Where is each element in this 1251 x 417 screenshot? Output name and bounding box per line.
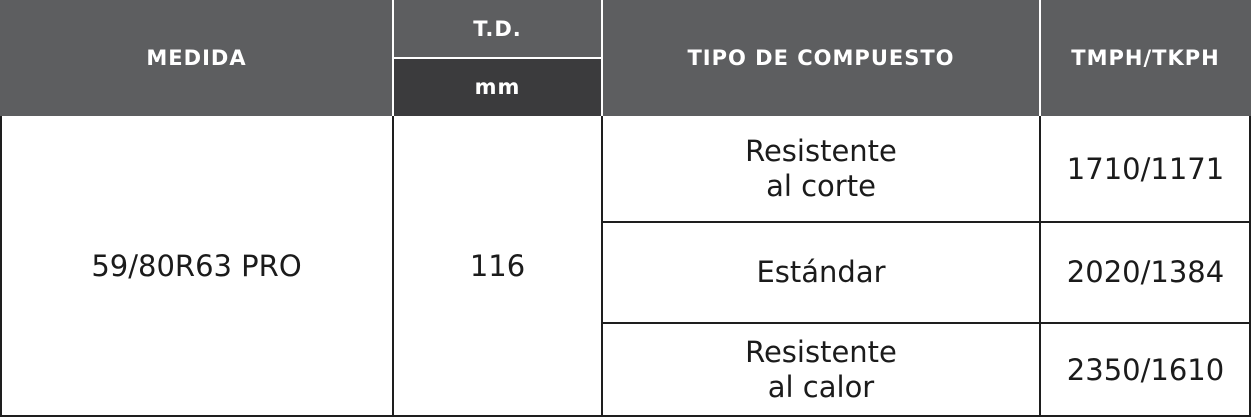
- header-td: T.D.: [393, 0, 602, 58]
- tmph-2-value: 2020/1384: [1066, 255, 1225, 289]
- header-td-label: T.D.: [473, 17, 522, 41]
- header-tipo-label: TIPO DE COMPUESTO: [687, 46, 955, 70]
- cell-tipo-2: Estándar: [602, 222, 1040, 323]
- cell-tipo-3: Resistente al calor: [602, 323, 1040, 417]
- tipo-2-line1: Estándar: [756, 255, 886, 289]
- header-tipo: TIPO DE COMPUESTO: [602, 0, 1040, 116]
- header-tmph-label: TMPH/TKPH: [1071, 46, 1220, 70]
- cell-tmph-3: 2350/1610: [1040, 323, 1251, 417]
- header-medida: MEDIDA: [0, 0, 393, 116]
- cell-tipo-1: Resistente al corte: [602, 116, 1040, 222]
- tipo-1-line1: Resistente: [745, 134, 897, 168]
- medida-value: 59/80R63 PRO: [91, 249, 302, 283]
- tmph-1-value: 1710/1171: [1066, 151, 1225, 186]
- header-tmph: TMPH/TKPH: [1040, 0, 1251, 116]
- cell-td: 116: [393, 116, 602, 417]
- td-value: 116: [469, 249, 526, 283]
- tipo-3-line1: Resistente: [745, 335, 897, 369]
- header-td-unit: mm: [393, 58, 602, 116]
- header-medida-label: MEDIDA: [146, 46, 247, 70]
- header-td-unit-label: mm: [474, 75, 521, 99]
- spec-table: MEDIDA T.D. mm TIPO DE COMPUESTO TMPH/TK…: [0, 0, 1251, 417]
- tipo-1-line2: al corte: [766, 169, 876, 203]
- cell-tmph-2: 2020/1384: [1040, 222, 1251, 323]
- cell-medida: 59/80R63 PRO: [0, 116, 393, 417]
- tipo-3-line2: al calor: [767, 370, 875, 404]
- cell-tmph-1: 1710/1171: [1040, 116, 1251, 222]
- tmph-3-value: 2350/1610: [1066, 352, 1225, 387]
